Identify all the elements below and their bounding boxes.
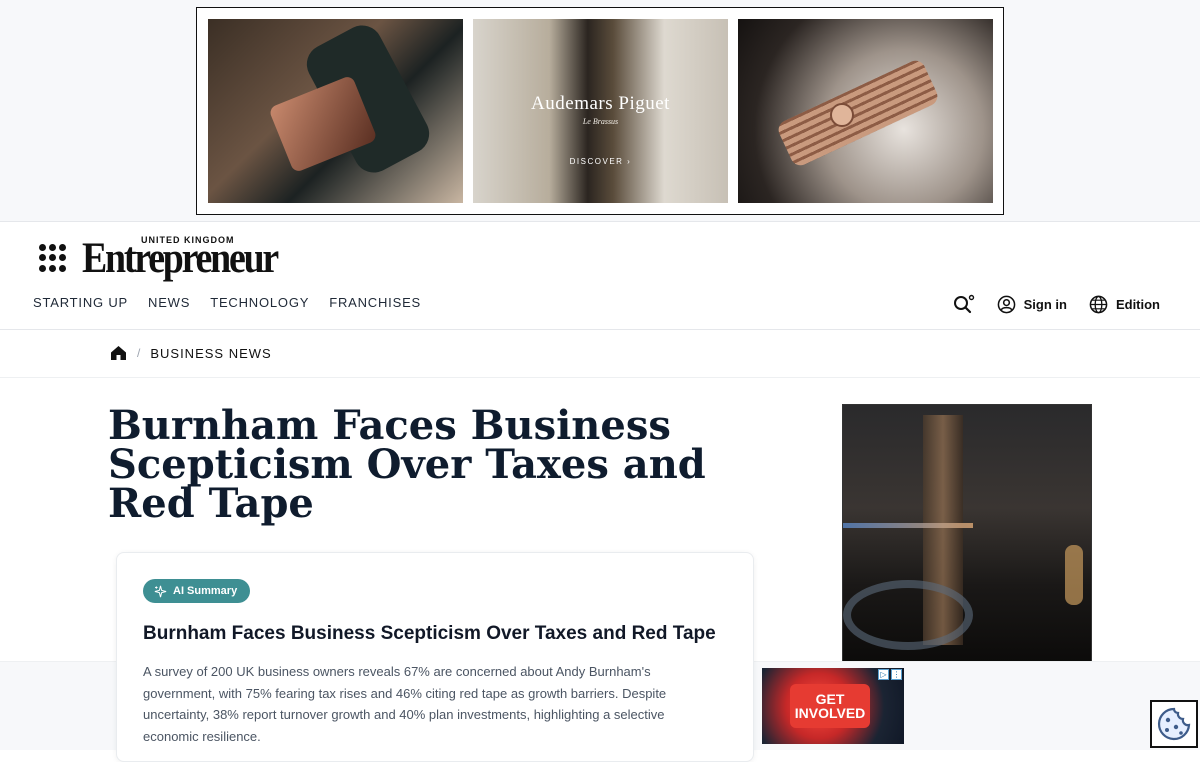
summary-title: Burnham Faces Business Scepticism Over T… [143, 623, 716, 644]
globe-icon [1089, 295, 1108, 313]
user-icon [997, 295, 1015, 313]
article-headline: Burnham Faces Business Scepticism Over T… [108, 402, 706, 527]
home-icon[interactable] [110, 345, 127, 361]
ad-image-shape [843, 580, 973, 650]
search-icon [953, 294, 974, 314]
sign-in-button[interactable]: Sign in [997, 295, 1067, 314]
cookie-icon [1157, 707, 1191, 741]
header-tools: Sign in Edition [953, 294, 1160, 314]
edition-tag: UNITED KINGDOM [141, 235, 235, 245]
site-header: Entrepreneur UNITED KINGDOM STARTING UP … [0, 222, 1200, 330]
breadcrumb-separator: / [137, 346, 141, 360]
ad-image-shape [1065, 545, 1083, 605]
sparkle-icon [154, 585, 167, 597]
adchoices-controls[interactable]: ▷ ⋮ [878, 669, 902, 680]
ai-summary-badge: AI Summary [143, 579, 251, 603]
watch-case-shape [775, 57, 941, 169]
bottom-mini-ad[interactable]: GET INVOLVED ▷ ⋮ [762, 668, 904, 744]
ad-cta-line1: GET [815, 691, 845, 707]
ad-image-shape [843, 523, 973, 528]
ad-get-involved-button[interactable]: GET INVOLVED [790, 684, 870, 728]
ad-image-watch-wrist[interactable] [208, 19, 463, 203]
nav-item-starting-up[interactable]: STARTING UP [33, 295, 128, 310]
ad-cta-line2: INVOLVED [794, 705, 866, 721]
nav-item-franchises[interactable]: FRANCHISES [329, 295, 421, 310]
ad-brand-name: Audemars Piguet [531, 93, 670, 114]
watch-logo-shape [830, 103, 854, 127]
summary-text: A survey of 200 UK business owners revea… [143, 664, 667, 744]
top-banner-ad[interactable]: Audemars Piguet Le Brassus DISCOVER › [196, 7, 1004, 215]
ai-summary-label: AI Summary [173, 585, 238, 597]
breadcrumb-bar: / BUSINESS NEWS [0, 330, 1200, 378]
breadcrumb: / BUSINESS NEWS [110, 345, 272, 361]
main-nav: STARTING UP NEWS TECHNOLOGY FRANCHISES [33, 295, 421, 310]
breadcrumb-section[interactable]: BUSINESS NEWS [150, 346, 271, 361]
ad-discover-link[interactable]: DISCOVER › [473, 157, 728, 166]
ai-summary-card: AI Summary Burnham Faces Business Scepti… [116, 552, 754, 762]
search-button[interactable] [953, 294, 975, 314]
adchoices-icon[interactable]: ▷ [878, 669, 889, 680]
edition-button[interactable]: Edition [1089, 295, 1160, 314]
menu-dots-icon[interactable] [39, 244, 67, 272]
cookie-settings-button[interactable] [1150, 700, 1198, 748]
ad-brand-panel[interactable]: Audemars Piguet Le Brassus DISCOVER › [473, 19, 728, 203]
edition-label: Edition [1115, 296, 1160, 312]
top-ad-band: Audemars Piguet Le Brassus DISCOVER › [0, 0, 1200, 222]
ad-close-icon[interactable]: ⋮ [891, 669, 902, 680]
ad-image-watch-closeup[interactable] [738, 19, 993, 203]
ad-brand-subtitle: Le Brassus [582, 117, 619, 126]
nav-item-technology[interactable]: TECHNOLOGY [210, 295, 309, 310]
side-ad[interactable] [842, 404, 1092, 664]
nav-item-news[interactable]: NEWS [148, 295, 190, 310]
sign-in-label: Sign in [1023, 296, 1067, 312]
